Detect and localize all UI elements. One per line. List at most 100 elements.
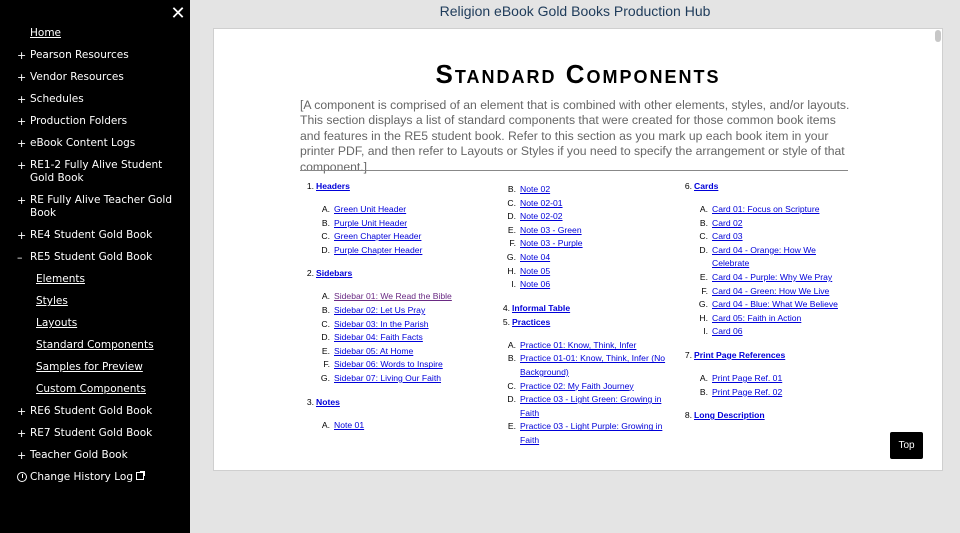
item-letter: E. <box>507 421 516 432</box>
print-page-references-list: A. Print Page Ref. 01 B. Print Page Ref. 0… <box>678 372 854 399</box>
section-link-sidebars[interactable]: Sidebars <box>316 268 352 278</box>
list-item: C. Note 02-01 <box>496 197 672 211</box>
close-icon[interactable]: ✕ <box>169 5 187 23</box>
list-item: D. Note 02-02 <box>496 210 672 224</box>
sidebar-subitem-elements[interactable]: Elements <box>0 269 190 291</box>
component-link[interactable]: Practice 03 - Light Purple: Growing in F… <box>520 421 662 445</box>
component-link[interactable]: Sidebar 05: At Home <box>334 346 413 356</box>
sidebar-item-ebook-content-logs[interactable]: + eBook Content Logs <box>0 133 190 155</box>
component-link[interactable]: Purple Chapter Header <box>334 245 422 255</box>
list-item: B. Note 02 <box>496 183 672 197</box>
component-link[interactable]: Print Page Ref. 01 <box>712 373 782 383</box>
component-link[interactable]: Note 03 - Purple <box>520 238 583 248</box>
section-notes: 3. Notes <box>300 397 490 408</box>
sidebar-item-change-history-log[interactable]: Change History Log <box>0 467 190 489</box>
sidebar-item-home[interactable]: Home <box>0 23 190 45</box>
section-link-print-page-references[interactable]: Print Page References <box>694 350 785 360</box>
component-link[interactable]: Card 05: Faith in Action <box>712 313 801 323</box>
sidebar-item-re-teacher[interactable]: + RE Fully Alive Teacher Gold Book <box>0 190 190 225</box>
scrollbar[interactable] <box>935 30 941 42</box>
sidebar-item-schedules[interactable]: + Schedules <box>0 89 190 111</box>
sidebar-item-re5-student[interactable]: – RE5 Student Gold Book <box>0 247 190 269</box>
sidebar-item-re7-student[interactable]: + RE7 Student Gold Book <box>0 423 190 445</box>
component-link[interactable]: Green Chapter Header <box>334 231 421 241</box>
practices-list: A. Practice 01: Know, Think, Infer B. Prac… <box>496 339 672 448</box>
list-item: H. Note 05 <box>496 265 672 279</box>
item-letter: E. <box>321 345 330 356</box>
sidebar-subitem-styles[interactable]: Styles <box>0 291 190 313</box>
expand-icon: + <box>17 427 27 440</box>
component-link[interactable]: Sidebar 06: Words to Inspire <box>334 359 443 369</box>
component-link[interactable]: Card 01: Focus on Scripture <box>712 204 819 214</box>
expand-icon: + <box>17 449 27 462</box>
item-letter: C. <box>321 231 330 242</box>
item-letter: G. <box>506 251 516 262</box>
section-link-informal-table[interactable]: Informal Table <box>512 303 570 313</box>
list-item: G. Note 04 <box>496 251 672 265</box>
sidebar-item-label: Change History Log <box>30 471 133 483</box>
back-to-top-button[interactable]: Top <box>890 432 923 459</box>
component-link[interactable]: Note 05 <box>520 266 550 276</box>
component-link[interactable]: Note 02 <box>520 184 550 194</box>
component-link[interactable]: Card 04 - Orange: How We Celebrate <box>712 245 816 269</box>
sidebar-item-re6-student[interactable]: + RE6 Student Gold Book <box>0 401 190 423</box>
expand-icon: + <box>17 229 27 242</box>
component-link[interactable]: Green Unit Header <box>334 204 406 214</box>
sidebar-subitem-standard-components[interactable]: Standard Components <box>0 335 190 357</box>
component-link[interactable]: Note 01 <box>334 420 364 430</box>
list-item: D. Sidebar 04: Faith Facts <box>300 331 490 345</box>
component-link[interactable]: Practice 01: Know, Think, Infer <box>520 340 636 350</box>
sidebars-list: A. Sidebar 01: We Read the Bible B. Sideba… <box>300 290 490 385</box>
sidebar-item-label: RE6 Student Gold Book <box>30 405 153 417</box>
component-link[interactable]: Card 06 <box>712 326 743 336</box>
section-link-long-description[interactable]: Long Description <box>694 410 765 420</box>
sidebar-item-re1-2-student[interactable]: + RE1-2 Fully Alive Student Gold Book <box>0 155 190 190</box>
component-link[interactable]: Note 04 <box>520 252 550 262</box>
component-link[interactable]: Note 02-02 <box>520 211 563 221</box>
component-link[interactable]: Sidebar 07: Living Our Faith <box>334 373 441 383</box>
component-link[interactable]: Sidebar 04: Faith Facts <box>334 332 423 342</box>
component-link[interactable]: Print Page Ref. 02 <box>712 387 782 397</box>
sidebar-subitem-layouts[interactable]: Layouts <box>0 313 190 335</box>
item-letter: D. <box>507 211 516 222</box>
sidebar-subitem-custom-components[interactable]: Custom Components <box>0 379 190 401</box>
component-link[interactable]: Card 02 <box>712 218 743 228</box>
sidebar-item-label: Production Folders <box>30 115 128 127</box>
sidebar-item-teacher-gold-book[interactable]: + Teacher Gold Book <box>0 445 190 467</box>
component-link[interactable]: Card 04 - Green: How We Live <box>712 286 829 296</box>
section-informal-table: 4. Informal Table <box>496 303 672 314</box>
item-letter: A. <box>699 372 708 383</box>
component-link[interactable]: Note 03 - Green <box>520 225 582 235</box>
component-link[interactable]: Sidebar 02: Let Us Pray <box>334 305 425 315</box>
component-link[interactable]: Card 04 - Blue: What We Believe <box>712 299 838 309</box>
item-letter: H. <box>507 265 516 276</box>
component-link[interactable]: Sidebar 03: In the Parish <box>334 319 429 329</box>
component-link[interactable]: Note 02-01 <box>520 198 563 208</box>
component-link[interactable]: Practice 03 - Light Green: Growing in Fa… <box>520 394 661 418</box>
list-item: B. Practice 01-01: Know, Think, Infer (No… <box>496 352 672 379</box>
sidebar-item-production-folders[interactable]: + Production Folders <box>0 111 190 133</box>
component-link[interactable]: Card 04 - Purple: Why We Pray <box>712 272 832 282</box>
sidebar-item-vendor-resources[interactable]: + Vendor Resources <box>0 67 190 89</box>
section-link-notes[interactable]: Notes <box>316 397 340 407</box>
component-link[interactable]: Practice 01-01: Know, Think, Infer (No B… <box>520 353 665 377</box>
component-link[interactable]: Sidebar 01: We Read the Bible <box>334 291 452 301</box>
list-item: I. Note 06 <box>496 278 672 292</box>
sidebar-item-pearson-resources[interactable]: + Pearson Resources <box>0 45 190 67</box>
component-link[interactable]: Card 03 <box>712 231 743 241</box>
item-letter: A. <box>507 339 516 350</box>
intro-text: [A component is comprised of an element … <box>300 98 850 174</box>
item-letter: G. <box>698 299 708 310</box>
section-link-practices[interactable]: Practices <box>512 317 550 327</box>
component-link[interactable]: Purple Unit Header <box>334 218 407 228</box>
sidebar-subitem-samples-for-preview[interactable]: Samples for Preview <box>0 357 190 379</box>
component-link[interactable]: Practice 02: My Faith Journey <box>520 381 634 391</box>
notes-list-continued: B. Note 02 C. Note 02-01 D. Note 02-02 E. No… <box>496 183 672 292</box>
section-link-headers[interactable]: Headers <box>316 181 350 191</box>
section-cards: 6. Cards <box>678 181 854 192</box>
section-link-cards[interactable]: Cards <box>694 181 718 191</box>
sidebar-item-re4-student[interactable]: + RE4 Student Gold Book <box>0 225 190 247</box>
component-link[interactable]: Note 06 <box>520 279 550 289</box>
expand-icon: + <box>17 93 27 106</box>
sidebar-item-label: RE5 Student Gold Book <box>30 251 153 263</box>
